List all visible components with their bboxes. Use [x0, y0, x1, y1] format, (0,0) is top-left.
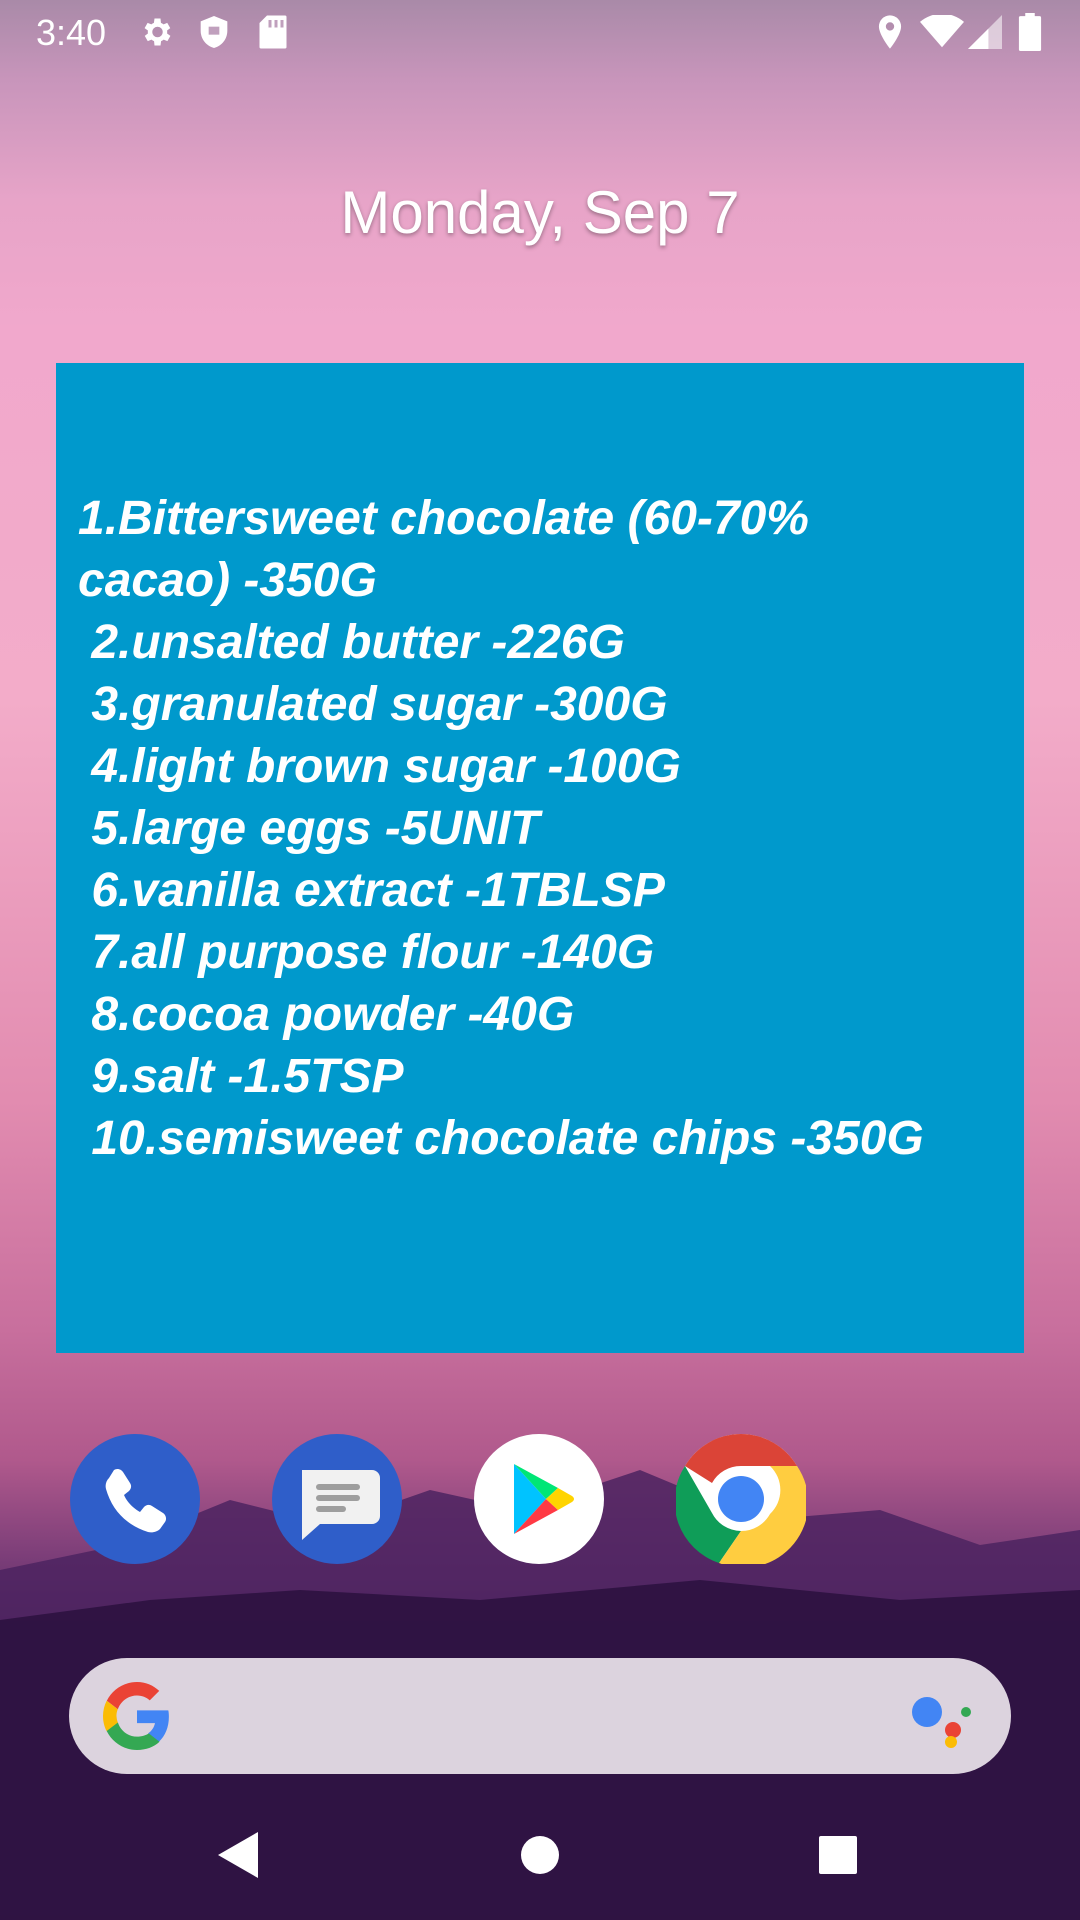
note-text: 1.Bittersweet chocolate (60-70% cacao) -… [78, 492, 924, 1165]
chrome-app[interactable] [676, 1434, 806, 1564]
status-bar: 3:40 [0, 0, 1080, 64]
note-widget[interactable]: 1.Bittersweet chocolate (60-70% cacao) -… [56, 363, 1024, 1353]
status-time: 3:40 [36, 12, 107, 53]
assistant-icon[interactable] [911, 1692, 971, 1748]
home-button[interactable] [520, 1830, 560, 1880]
signal-icon [968, 12, 1002, 52]
play-store-icon [514, 1464, 574, 1534]
date-widget[interactable]: Monday, Sep 7 [0, 178, 1080, 247]
battery-icon [1018, 12, 1042, 52]
settings-icon [138, 12, 174, 52]
location-icon [876, 12, 904, 52]
recents-button[interactable] [818, 1830, 858, 1880]
messages-app[interactable] [272, 1434, 402, 1564]
wifi-icon [920, 12, 964, 52]
messages-icon [302, 1470, 380, 1540]
chrome-icon [676, 1434, 806, 1564]
sd-card-icon [258, 12, 288, 52]
google-g-icon [103, 1682, 169, 1750]
phone-app[interactable] [70, 1434, 200, 1564]
phone-icon [105, 1468, 167, 1533]
play-store-app[interactable] [474, 1434, 604, 1564]
google-search-bar[interactable] [69, 1658, 1011, 1774]
shield-icon [198, 12, 230, 52]
back-button[interactable] [216, 1830, 260, 1880]
